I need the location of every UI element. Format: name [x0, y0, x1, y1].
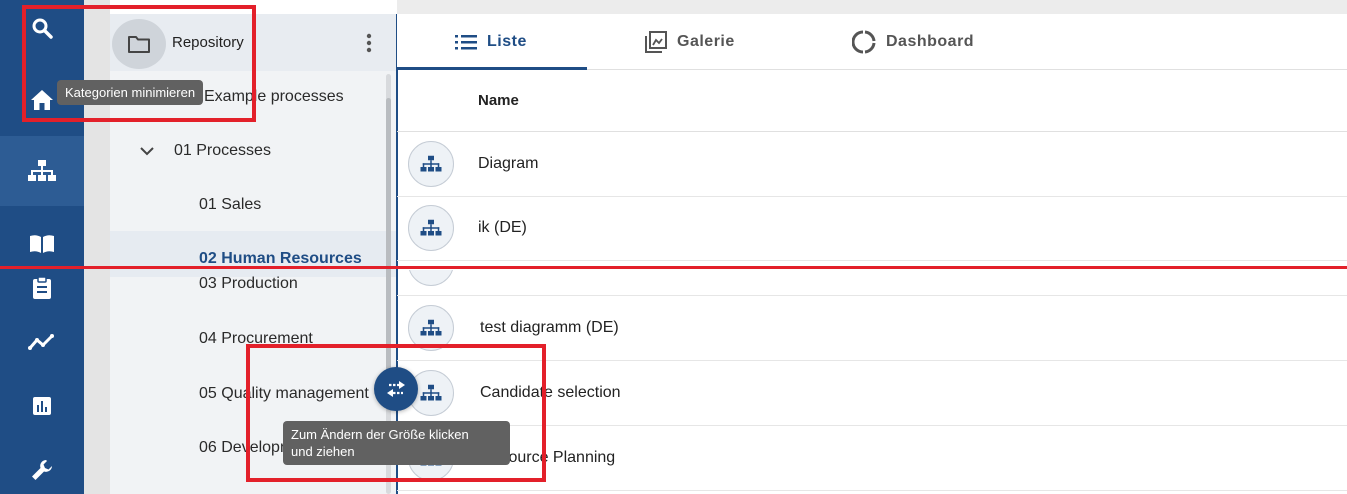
- tree-item-01-processes[interactable]: 01 Processes: [174, 142, 271, 160]
- view-tabs: Liste Galerie Dashboard: [397, 14, 1347, 70]
- row-divider: [397, 196, 1347, 197]
- analytics-icon[interactable]: [0, 324, 84, 360]
- tab-dashboard[interactable]: Dashboard: [852, 14, 974, 70]
- row-divider: [397, 490, 1347, 491]
- tab-label: Liste: [487, 33, 527, 50]
- top-strip: [397, 0, 1347, 14]
- table-row-name[interactable]: test diagramm (DE): [480, 319, 619, 337]
- list-icon: [455, 35, 477, 50]
- diagram-icon: [408, 141, 454, 187]
- tab-galerie[interactable]: Galerie: [645, 14, 735, 70]
- tree-item-01-sales[interactable]: 01 Sales: [199, 196, 261, 214]
- tab-label: Dashboard: [886, 33, 975, 50]
- donut-icon: [852, 30, 876, 54]
- book-icon[interactable]: [0, 224, 84, 264]
- tab-label: Galerie: [677, 33, 735, 50]
- row-divider: [397, 260, 1347, 261]
- tab-liste[interactable]: Liste: [455, 14, 527, 70]
- wrench-icon[interactable]: [0, 450, 84, 490]
- clipboard-icon[interactable]: [0, 268, 84, 308]
- row-divider: [397, 295, 1347, 296]
- diagram-icon: [408, 205, 454, 251]
- bar-chart-icon[interactable]: [0, 386, 84, 426]
- column-header-name[interactable]: Name: [478, 92, 519, 109]
- chevron-down-icon[interactable]: [140, 143, 154, 161]
- table-row-name[interactable]: Diagram: [478, 155, 538, 173]
- hierarchy-icon[interactable]: [0, 136, 84, 206]
- annotation-line-left: [0, 266, 728, 269]
- annotation-box-top: [22, 5, 256, 122]
- annotation-line-right: [728, 266, 1347, 269]
- tree-item-03-production[interactable]: 03 Production: [199, 275, 298, 293]
- table-row-name[interactable]: ik (DE): [478, 219, 527, 237]
- header-divider: [397, 131, 1347, 132]
- gallery-icon: [645, 31, 667, 53]
- more-vert-icon[interactable]: [362, 32, 376, 54]
- annotation-box-bottom: [246, 344, 546, 482]
- active-tab-indicator: [397, 67, 587, 70]
